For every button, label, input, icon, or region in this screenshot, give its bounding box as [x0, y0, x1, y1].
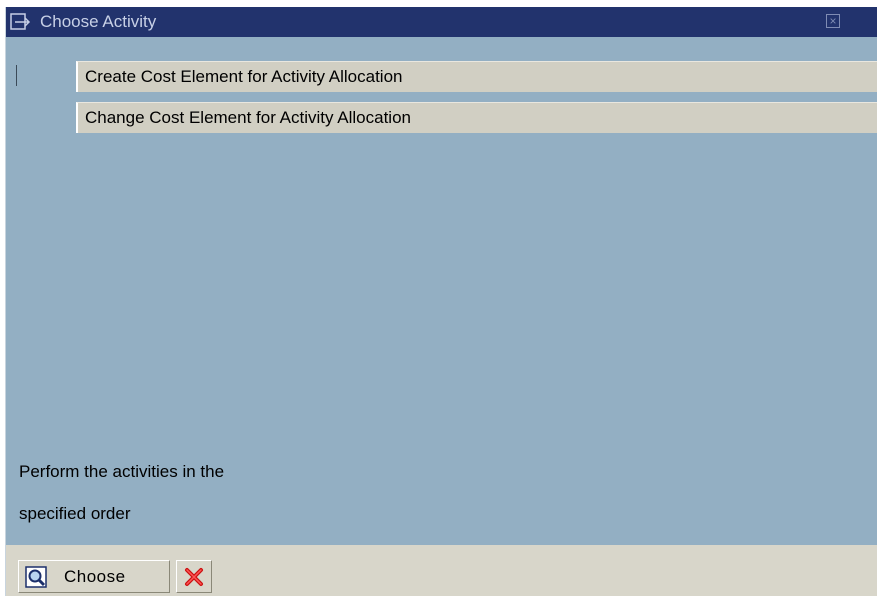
close-icon[interactable]: × — [826, 14, 840, 28]
magnifier-icon — [25, 566, 47, 588]
button-bar: Choose — [6, 545, 877, 596]
activity-item-create[interactable]: Create Cost Element for Activity Allocat… — [76, 61, 877, 92]
activity-item-change[interactable]: Change Cost Element for Activity Allocat… — [76, 102, 877, 133]
cancel-button[interactable] — [176, 560, 212, 593]
cancel-x-icon — [185, 568, 203, 586]
dialog-icon — [10, 13, 31, 30]
text-cursor — [16, 65, 17, 86]
dialog-title: Choose Activity — [40, 12, 157, 31]
info-text-line-1: Perform the activities in the — [19, 462, 225, 481]
info-text-line-2: specified order — [19, 504, 131, 523]
choose-button-label: Choose — [64, 567, 126, 586]
choose-activity-dialog: Choose Activity × Create Cost Element fo… — [5, 7, 877, 596]
activity-item-label: Change Cost Element for Activity Allocat… — [85, 108, 411, 127]
choose-button[interactable]: Choose — [18, 560, 170, 593]
activity-item-label: Create Cost Element for Activity Allocat… — [85, 67, 403, 86]
title-bar: Choose Activity × — [6, 7, 877, 37]
